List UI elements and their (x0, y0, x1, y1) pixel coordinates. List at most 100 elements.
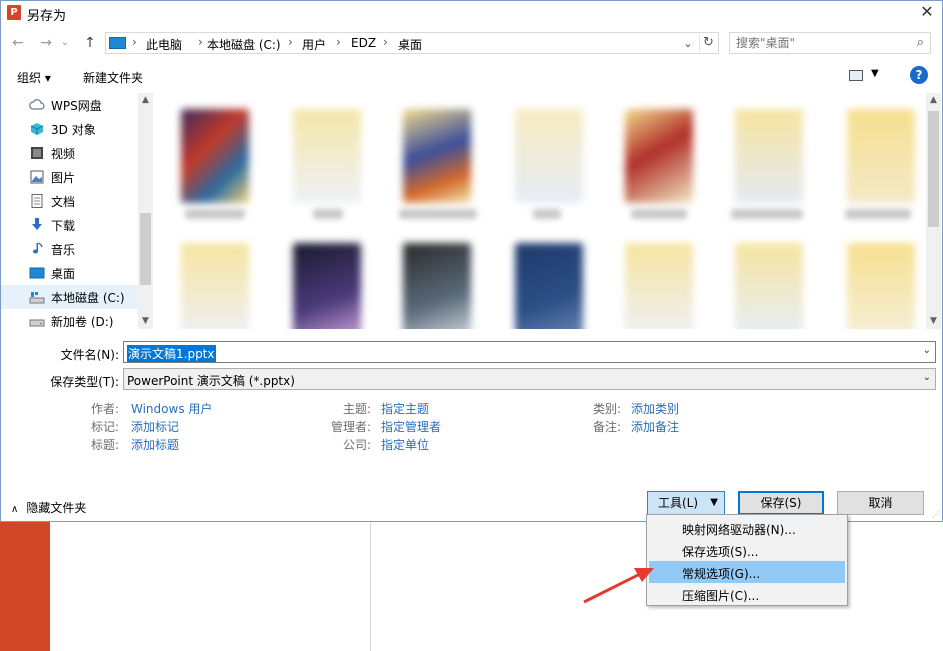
file-thumbnail[interactable] (181, 243, 249, 329)
view-options-icon[interactable] (849, 70, 863, 81)
title-bar: P 另存为 ✕ (1, 1, 942, 25)
file-thumbnail[interactable] (847, 109, 915, 203)
tags-link[interactable]: 添加标记 (131, 418, 179, 435)
refresh-button[interactable]: ↻ (699, 34, 717, 52)
sidebar-item-videos[interactable]: 视频 (1, 141, 138, 165)
file-thumbnail[interactable] (515, 243, 583, 329)
sidebar-item-label: 本地磁盘 (C:) (51, 291, 125, 305)
sidebar-item-label: 3D 对象 (51, 123, 96, 137)
back-button[interactable]: ← (9, 33, 27, 53)
search-input[interactable] (736, 35, 906, 51)
category-link[interactable]: 添加类别 (631, 400, 679, 417)
file-thumbnail[interactable] (403, 109, 471, 203)
file-thumbnail[interactable] (293, 243, 361, 329)
company-link[interactable]: 指定单位 (381, 436, 429, 453)
hide-folders-toggle[interactable]: ∧ 隐藏文件夹 (11, 499, 86, 516)
scroll-up-icon[interactable]: ▲ (138, 93, 153, 108)
sidebar-scrollbar[interactable]: ▲ ▼ (138, 93, 153, 329)
tools-label: 工具(L) (658, 496, 699, 510)
address-bar[interactable]: › 此电脑 › 本地磁盘 (C:) › 用户 › EDZ › 桌面 ⌄ ↻ (105, 32, 719, 54)
file-thumbnail[interactable] (181, 109, 249, 203)
scroll-down-icon[interactable]: ▼ (926, 314, 941, 329)
close-button[interactable]: ✕ (912, 1, 942, 25)
powerpoint-divider (370, 520, 371, 651)
recent-locations-button[interactable]: ⌄ (59, 33, 71, 53)
up-button[interactable]: ↑ (81, 33, 99, 53)
search-icon[interactable]: ⌕ (917, 35, 924, 50)
help-icon[interactable]: ? (910, 66, 928, 84)
file-thumbnail[interactable] (735, 243, 803, 329)
menu-item-compress-pictures[interactable]: 压缩图片(C)... (649, 583, 845, 605)
title-link[interactable]: 添加标题 (131, 436, 179, 453)
menu-item-save-options[interactable]: 保存选项(S)... (649, 539, 845, 561)
dialog-title: 另存为 (27, 9, 67, 24)
chevron-up-icon: ∧ (11, 504, 19, 515)
video-icon (31, 147, 43, 159)
file-thumbnail[interactable] (293, 109, 361, 203)
sidebar-item-downloads[interactable]: 下载 (1, 213, 138, 237)
sidebar-item-label: 新加卷 (D:) (51, 315, 114, 329)
picture-icon (30, 170, 44, 184)
chevron-down-icon[interactable]: ⌄ (923, 372, 931, 383)
manager-label: 管理者: (331, 420, 372, 434)
breadcrumb-separator: › (198, 35, 203, 49)
file-name (399, 209, 477, 219)
author-link[interactable]: Windows 用户 (131, 400, 212, 417)
file-thumbnail[interactable] (625, 243, 693, 329)
file-list[interactable] (153, 93, 926, 329)
forward-button[interactable]: → (37, 33, 55, 53)
subject-link[interactable]: 指定主题 (381, 400, 429, 417)
breadcrumb-users[interactable]: 用户 (302, 36, 326, 53)
breadcrumb-separator: › (383, 35, 388, 49)
scroll-down-icon[interactable]: ▼ (138, 314, 153, 329)
address-dropdown-icon[interactable]: ⌄ (679, 35, 697, 53)
breadcrumb-edz[interactable]: EDZ (351, 36, 376, 50)
manager-link[interactable]: 指定管理者 (381, 418, 441, 435)
breadcrumb-this-pc[interactable]: 此电脑 (146, 36, 182, 53)
filetype-label: 保存类型(T): (50, 375, 119, 389)
filetype-select[interactable]: PowerPoint 演示文稿 (*.pptx) ⌄ (123, 368, 936, 390)
sidebar-item-local-disk-c[interactable]: 本地磁盘 (C:) (1, 285, 138, 309)
subject-label: 主题: (343, 402, 372, 416)
comments-link[interactable]: 添加备注 (631, 418, 679, 435)
sidebar-item-documents[interactable]: 文档 (1, 189, 138, 213)
view-dropdown-icon[interactable]: ▼ (871, 68, 879, 79)
file-thumbnail[interactable] (625, 109, 693, 203)
sidebar-scroll-thumb[interactable] (140, 213, 151, 285)
document-icon (31, 194, 43, 208)
sidebar-item-pictures[interactable]: 图片 (1, 165, 138, 189)
breadcrumb-separator: › (288, 35, 293, 49)
filename-value[interactable]: 演示文稿1.pptx (127, 345, 216, 362)
file-thumbnail[interactable] (847, 243, 915, 329)
tools-button[interactable]: 工具(L) ▼ (647, 491, 725, 515)
filename-input[interactable]: 演示文稿1.pptx ⌄ (123, 341, 936, 363)
sidebar-item-new-volume-d[interactable]: 新加卷 (D:) (1, 309, 138, 329)
file-name (631, 209, 687, 219)
navigation-pane: WPS网盘 3D 对象 视频 图片 文档 下载 音乐 桌面 本地磁盘 (C:) … (1, 93, 153, 329)
new-folder-button[interactable]: 新建文件夹 (83, 69, 143, 86)
cancel-button[interactable]: 取消 (837, 491, 924, 515)
save-button[interactable]: 保存(S) (738, 491, 824, 515)
breadcrumb-local-disk[interactable]: 本地磁盘 (C:) (207, 36, 281, 53)
scroll-up-icon[interactable]: ▲ (926, 93, 941, 108)
sidebar-item-wps-cloud[interactable]: WPS网盘 (1, 93, 138, 117)
sidebar-item-3d-objects[interactable]: 3D 对象 (1, 117, 138, 141)
computer-icon (109, 37, 126, 49)
sidebar-item-desktop[interactable]: 桌面 (1, 261, 138, 285)
menu-item-general-options[interactable]: 常规选项(G)... (649, 561, 845, 583)
search-box[interactable]: ⌕ (729, 32, 931, 54)
navigation-bar: ← → ⌄ ↑ › 此电脑 › 本地磁盘 (C:) › 用户 › EDZ › 桌… (1, 29, 942, 57)
sidebar-item-music[interactable]: 音乐 (1, 237, 138, 261)
file-thumbnail[interactable] (735, 109, 803, 203)
chevron-down-icon[interactable]: ⌄ (923, 345, 931, 356)
file-thumbnail[interactable] (403, 243, 471, 329)
file-list-scroll-thumb[interactable] (928, 111, 939, 227)
menu-item-map-network-drive[interactable]: 映射网络驱动器(N)... (649, 517, 845, 539)
organize-button[interactable]: 组织 ▾ (17, 69, 51, 86)
file-list-scrollbar[interactable]: ▲ ▼ (926, 93, 941, 329)
resize-grip-icon[interactable]: ⋰ (932, 510, 940, 519)
menu-item-label: 保存选项(S)... (682, 545, 759, 559)
file-thumbnail[interactable] (515, 109, 583, 203)
category-label: 类别: (593, 402, 622, 416)
breadcrumb-desktop[interactable]: 桌面 (398, 36, 422, 53)
